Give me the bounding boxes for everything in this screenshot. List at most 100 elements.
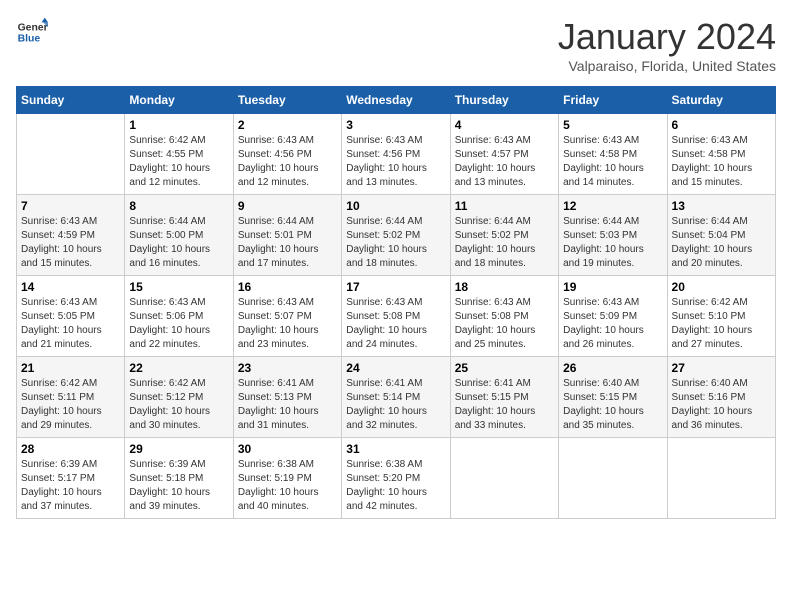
calendar-week-row: 1 Sunrise: 6:42 AMSunset: 4:55 PMDaylight… bbox=[17, 114, 776, 195]
day-info: Sunrise: 6:43 AMSunset: 5:05 PMDaylight:… bbox=[21, 296, 120, 352]
month-title: January 2024 bbox=[558, 16, 776, 58]
calendar-cell: 30 Sunrise: 6:38 AMSunset: 5:19 PMDayligh… bbox=[233, 438, 341, 519]
calendar-cell: 9 Sunrise: 6:44 AMSunset: 5:01 PMDaylight… bbox=[233, 195, 341, 276]
calendar-week-row: 21Sunrise: 6:42 AMSunset: 5:11 PMDayligh… bbox=[17, 357, 776, 438]
day-number: 6 bbox=[672, 118, 771, 132]
calendar-cell: 23 Sunrise: 6:41 AMSunset: 5:13 PMDayligh… bbox=[233, 357, 341, 438]
weekday-header-saturday: Saturday bbox=[667, 87, 775, 114]
logo: General Blue bbox=[16, 16, 48, 48]
day-info: Sunrise: 6:43 AMSunset: 4:56 PMDaylight:… bbox=[238, 134, 337, 190]
day-info: Sunrise: 6:43 AMSunset: 4:58 PMDaylight:… bbox=[563, 134, 662, 190]
day-info: Sunrise: 6:43 AMSunset: 5:07 PMDaylight:… bbox=[238, 296, 337, 352]
day-info: Sunrise: 6:43 AMSunset: 4:56 PMDaylight:… bbox=[346, 134, 445, 190]
day-number: 14 bbox=[21, 280, 120, 294]
calendar-week-row: 7Sunrise: 6:43 AMSunset: 4:59 PMDaylight… bbox=[17, 195, 776, 276]
calendar-week-row: 14 Sunrise: 6:43 AMSunset: 5:05 PMDayligh… bbox=[17, 276, 776, 357]
calendar-cell: 15 Sunrise: 6:43 AMSunset: 5:06 PMDayligh… bbox=[125, 276, 233, 357]
calendar-cell: 8 Sunrise: 6:44 AMSunset: 5:00 PMDaylight… bbox=[125, 195, 233, 276]
day-number: 30 bbox=[238, 442, 337, 456]
day-info: Sunrise: 6:42 AMSunset: 5:10 PMDaylight:… bbox=[672, 296, 771, 352]
day-info: Sunrise: 6:41 AMSunset: 5:15 PMDaylight:… bbox=[455, 377, 554, 433]
day-number: 25 bbox=[455, 361, 554, 375]
calendar-cell: 10Sunrise: 6:44 AMSunset: 5:02 PMDayligh… bbox=[342, 195, 450, 276]
day-info: Sunrise: 6:39 AMSunset: 5:18 PMDaylight:… bbox=[129, 458, 228, 514]
day-info: Sunrise: 6:43 AMSunset: 5:08 PMDaylight:… bbox=[455, 296, 554, 352]
calendar-cell: 12Sunrise: 6:44 AMSunset: 5:03 PMDayligh… bbox=[559, 195, 667, 276]
weekday-header-tuesday: Tuesday bbox=[233, 87, 341, 114]
day-number: 26 bbox=[563, 361, 662, 375]
day-number: 20 bbox=[672, 280, 771, 294]
calendar-cell: 28 Sunrise: 6:39 AMSunset: 5:17 PMDayligh… bbox=[17, 438, 125, 519]
day-info: Sunrise: 6:43 AMSunset: 4:58 PMDaylight:… bbox=[672, 134, 771, 190]
day-number: 22 bbox=[129, 361, 228, 375]
day-info: Sunrise: 6:43 AMSunset: 5:06 PMDaylight:… bbox=[129, 296, 228, 352]
day-number: 18 bbox=[455, 280, 554, 294]
weekday-header-wednesday: Wednesday bbox=[342, 87, 450, 114]
logo-icon: General Blue bbox=[16, 16, 48, 48]
day-number: 4 bbox=[455, 118, 554, 132]
day-number: 3 bbox=[346, 118, 445, 132]
calendar-week-row: 28 Sunrise: 6:39 AMSunset: 5:17 PMDayligh… bbox=[17, 438, 776, 519]
day-number: 23 bbox=[238, 361, 337, 375]
calendar-cell: 2 Sunrise: 6:43 AMSunset: 4:56 PMDaylight… bbox=[233, 114, 341, 195]
weekday-header-sunday: Sunday bbox=[17, 87, 125, 114]
day-info: Sunrise: 6:39 AMSunset: 5:17 PMDaylight:… bbox=[21, 458, 120, 514]
day-number: 17 bbox=[346, 280, 445, 294]
calendar-cell: 31 Sunrise: 6:38 AMSunset: 5:20 PMDayligh… bbox=[342, 438, 450, 519]
calendar-cell: 24Sunrise: 6:41 AMSunset: 5:14 PMDayligh… bbox=[342, 357, 450, 438]
calendar-cell: 27Sunrise: 6:40 AMSunset: 5:16 PMDayligh… bbox=[667, 357, 775, 438]
day-number: 12 bbox=[563, 199, 662, 213]
calendar-cell: 26 Sunrise: 6:40 AMSunset: 5:15 PMDayligh… bbox=[559, 357, 667, 438]
calendar-cell: 17 Sunrise: 6:43 AMSunset: 5:08 PMDayligh… bbox=[342, 276, 450, 357]
day-info: Sunrise: 6:42 AMSunset: 4:55 PMDaylight:… bbox=[129, 134, 228, 190]
calendar-cell: 16 Sunrise: 6:43 AMSunset: 5:07 PMDayligh… bbox=[233, 276, 341, 357]
day-info: Sunrise: 6:43 AMSunset: 5:08 PMDaylight:… bbox=[346, 296, 445, 352]
day-info: Sunrise: 6:44 AMSunset: 5:04 PMDaylight:… bbox=[672, 215, 771, 271]
day-number: 15 bbox=[129, 280, 228, 294]
day-info: Sunrise: 6:44 AMSunset: 5:02 PMDaylight:… bbox=[455, 215, 554, 271]
calendar-cell: 11 Sunrise: 6:44 AMSunset: 5:02 PMDayligh… bbox=[450, 195, 558, 276]
calendar-cell: 1 Sunrise: 6:42 AMSunset: 4:55 PMDaylight… bbox=[125, 114, 233, 195]
day-info: Sunrise: 6:44 AMSunset: 5:01 PMDaylight:… bbox=[238, 215, 337, 271]
page-header: General Blue January 2024 Valparaiso, Fl… bbox=[16, 16, 776, 74]
day-number: 11 bbox=[455, 199, 554, 213]
day-info: Sunrise: 6:40 AMSunset: 5:15 PMDaylight:… bbox=[563, 377, 662, 433]
day-number: 16 bbox=[238, 280, 337, 294]
day-number: 8 bbox=[129, 199, 228, 213]
svg-text:Blue: Blue bbox=[18, 34, 41, 45]
calendar-cell bbox=[559, 438, 667, 519]
day-info: Sunrise: 6:38 AMSunset: 5:19 PMDaylight:… bbox=[238, 458, 337, 514]
calendar-cell bbox=[667, 438, 775, 519]
weekday-header-thursday: Thursday bbox=[450, 87, 558, 114]
day-number: 29 bbox=[129, 442, 228, 456]
day-number: 2 bbox=[238, 118, 337, 132]
calendar-cell: 22 Sunrise: 6:42 AMSunset: 5:12 PMDayligh… bbox=[125, 357, 233, 438]
day-info: Sunrise: 6:42 AMSunset: 5:12 PMDaylight:… bbox=[129, 377, 228, 433]
calendar-cell: 25 Sunrise: 6:41 AMSunset: 5:15 PMDayligh… bbox=[450, 357, 558, 438]
calendar-cell: 18 Sunrise: 6:43 AMSunset: 5:08 PMDayligh… bbox=[450, 276, 558, 357]
calendar-table: SundayMondayTuesdayWednesdayThursdayFrid… bbox=[16, 86, 776, 519]
location-title: Valparaiso, Florida, United States bbox=[558, 58, 776, 74]
day-info: Sunrise: 6:44 AMSunset: 5:00 PMDaylight:… bbox=[129, 215, 228, 271]
day-number: 27 bbox=[672, 361, 771, 375]
day-info: Sunrise: 6:38 AMSunset: 5:20 PMDaylight:… bbox=[346, 458, 445, 514]
calendar-cell: 6 Sunrise: 6:43 AMSunset: 4:58 PMDaylight… bbox=[667, 114, 775, 195]
calendar-cell: 29 Sunrise: 6:39 AMSunset: 5:18 PMDayligh… bbox=[125, 438, 233, 519]
calendar-cell bbox=[17, 114, 125, 195]
day-number: 9 bbox=[238, 199, 337, 213]
day-info: Sunrise: 6:43 AMSunset: 5:09 PMDaylight:… bbox=[563, 296, 662, 352]
calendar-cell: 4Sunrise: 6:43 AMSunset: 4:57 PMDaylight… bbox=[450, 114, 558, 195]
title-area: January 2024 Valparaiso, Florida, United… bbox=[558, 16, 776, 74]
weekday-header-row: SundayMondayTuesdayWednesdayThursdayFrid… bbox=[17, 87, 776, 114]
calendar-cell: 13Sunrise: 6:44 AMSunset: 5:04 PMDayligh… bbox=[667, 195, 775, 276]
day-number: 5 bbox=[563, 118, 662, 132]
calendar-cell: 3 Sunrise: 6:43 AMSunset: 4:56 PMDaylight… bbox=[342, 114, 450, 195]
calendar-cell bbox=[450, 438, 558, 519]
calendar-cell: 7Sunrise: 6:43 AMSunset: 4:59 PMDaylight… bbox=[17, 195, 125, 276]
day-number: 31 bbox=[346, 442, 445, 456]
weekday-header-friday: Friday bbox=[559, 87, 667, 114]
day-number: 1 bbox=[129, 118, 228, 132]
day-number: 10 bbox=[346, 199, 445, 213]
day-number: 28 bbox=[21, 442, 120, 456]
day-info: Sunrise: 6:41 AMSunset: 5:13 PMDaylight:… bbox=[238, 377, 337, 433]
